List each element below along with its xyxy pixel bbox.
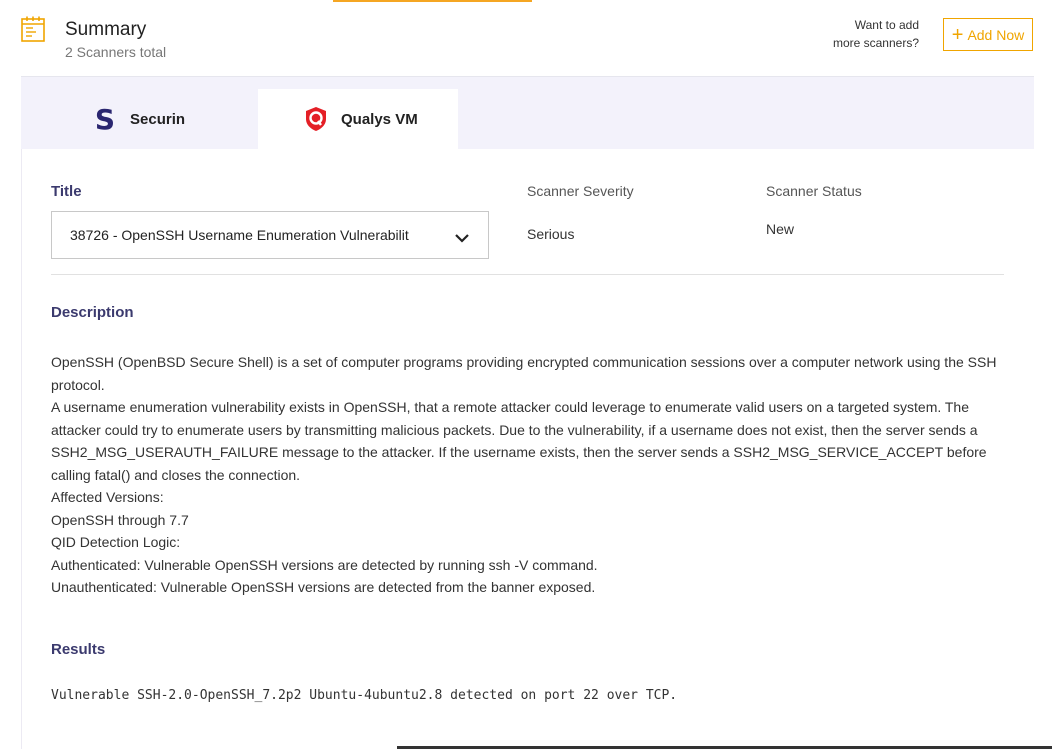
summary-header: Summary 2 Scanners total Want to add mor… [0,0,1052,76]
add-scanner-prompt: Want to add more scanners? [809,16,919,52]
description-line: OpenSSH through 7.7 [51,511,189,528]
tab-qualys-vm[interactable]: Qualys VM [258,89,458,149]
add-prompt-line-1: Want to add [854,18,919,32]
content-left-border [21,149,22,749]
description-line: OpenSSH (OpenBSD Secure Shell) is a set … [51,354,997,393]
results-heading: Results [51,641,106,658]
description-line: Authenticated: Vulnerable OpenSSH versio… [51,556,598,573]
description-line: A username enumeration vulnerability exi… [51,399,987,483]
scanner-tabs: S Securin Qualys VM [21,77,1034,149]
qualys-logo-icon [303,106,329,132]
description-line: Unauthenticated: Vulnerable OpenSSH vers… [51,579,596,595]
description-line: Affected Versions: [51,489,164,505]
add-prompt-line-2: more scanners? [832,36,919,50]
scanner-severity-label: Scanner Severity [527,183,634,199]
description-body: OpenSSH (OpenBSD Secure Shell) is a set … [51,351,1006,599]
title-select[interactable]: 38726 - OpenSSH Username Enumeration Vul… [51,211,489,259]
plus-icon: + [951,23,964,46]
calendar-list-icon [21,16,45,42]
scanner-severity-value: Serious [527,226,575,242]
scanner-status-label: Scanner Status [766,183,862,199]
title-select-value: 38726 - OpenSSH Username Enumeration Vul… [70,227,409,243]
results-output: Vulnerable SSH-2.0-OpenSSH_7.2p2 Ubuntu-… [51,688,678,703]
add-now-label: Add Now [967,26,1025,43]
chevron-down-icon [454,230,470,243]
description-line: QID Detection Logic: [51,534,181,550]
title-field-label: Title [51,183,82,200]
description-heading: Description [51,304,134,321]
tab-qualys-label: Qualys VM [341,110,418,128]
securin-logo-icon: S [94,102,116,136]
tab-securin[interactable]: S Securin [92,89,185,149]
details-divider [51,274,1004,275]
scanner-status-value: New [766,221,795,237]
scanner-count: 2 Scanners total [65,44,167,60]
tab-securin-label: Securin [130,110,186,128]
add-now-button[interactable]: + Add Now [943,18,1033,51]
summary-title: Summary [65,19,147,40]
